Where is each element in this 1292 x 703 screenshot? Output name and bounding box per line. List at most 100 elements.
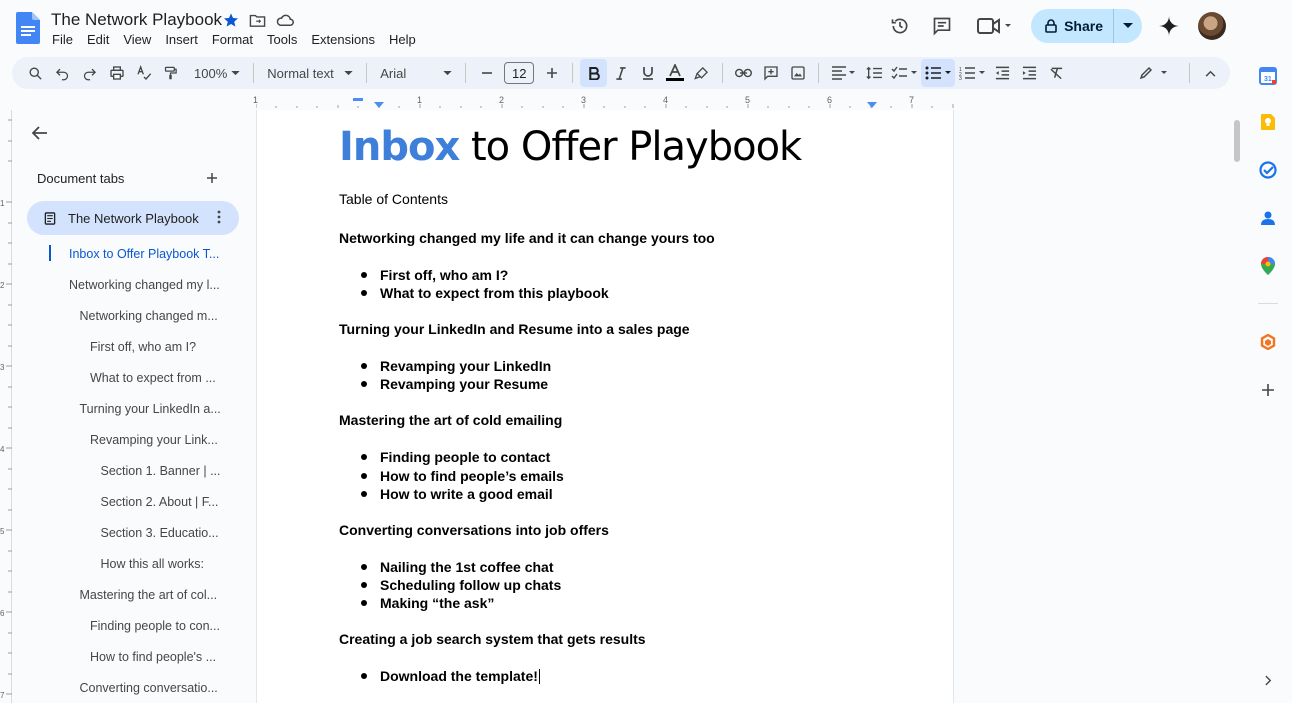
outline-item[interactable]: Networking changed my l... [49,269,249,300]
outline-item[interactable]: Section 1. Banner | ... [49,455,249,486]
bulleted-list-button[interactable] [921,59,956,87]
menu-insert[interactable]: Insert [165,31,205,48]
calendar-icon[interactable]: 31 [1258,66,1278,86]
toc-section-heading[interactable]: Networking changed my life and it can ch… [339,230,715,246]
close-outline-button[interactable] [31,126,48,145]
outline-item[interactable]: How to find people's ... [49,641,249,672]
highlight-color-button[interactable] [688,59,715,87]
outline-item[interactable]: Finding people to con... [49,610,249,641]
redo-button[interactable] [76,59,103,87]
insert-image-button[interactable] [784,59,811,87]
checklist-button[interactable] [887,59,921,87]
font-select[interactable]: Arial [374,59,458,87]
undo-button[interactable] [49,59,76,87]
paint-format-button[interactable] [157,59,184,87]
decrease-indent-button[interactable] [989,59,1016,87]
get-addons-button[interactable] [1258,380,1278,400]
numbered-list-button[interactable]: 123 [955,59,989,87]
bold-button[interactable] [580,59,608,87]
italic-button[interactable] [607,59,634,87]
menu-tools[interactable]: Tools [267,31,304,48]
move-folder-icon[interactable] [249,13,266,33]
meet-icon[interactable] [973,9,1017,43]
decrease-font-size-button[interactable] [473,59,500,87]
toc-bullet-item[interactable]: Download the template! [361,668,540,684]
toc-bullet-item[interactable]: Scheduling follow up chats [361,577,561,593]
insert-link-button[interactable] [730,59,757,87]
outline-item[interactable]: Turning your LinkedIn a... [49,393,249,424]
paragraph-style-select[interactable]: Normal text [261,59,359,87]
toc-bullet-item[interactable]: How to find people’s emails [361,468,564,484]
spellcheck-button[interactable] [130,59,157,87]
contacts-icon[interactable] [1258,208,1278,228]
docs-logo-icon[interactable] [16,12,40,44]
outline-item[interactable]: Section 3. Educatio... [49,517,249,548]
outline-item[interactable]: Converting conversatio... [49,672,249,703]
toc-bullet-item[interactable]: What to expect from this playbook [361,285,609,301]
toc-bullet-item[interactable]: How to write a good email [361,486,553,502]
insert-comment-button[interactable] [757,59,784,87]
tab-the-network-playbook[interactable]: The Network Playbook [27,201,239,235]
share-dropdown-button[interactable] [1114,9,1142,43]
share-button[interactable]: Share [1031,9,1114,43]
menu-view[interactable]: View [123,31,158,48]
toc-section-heading[interactable]: Creating a job search system that gets r… [339,631,646,647]
hide-menus-button[interactable] [1197,59,1224,87]
menu-help[interactable]: Help [389,31,423,48]
font-size-input[interactable]: 12 [504,62,535,84]
add-tab-button[interactable] [206,168,218,189]
toc-bullet-item[interactable]: Revamping your LinkedIn [361,358,551,374]
align-left-icon [832,66,856,80]
star-icon[interactable] [223,12,239,33]
underline-button[interactable] [634,59,661,87]
toc-section-heading[interactable]: Converting conversations into job offers [339,522,609,538]
version-history-icon[interactable] [883,9,917,43]
expand-side-panel-button[interactable] [1258,670,1278,690]
vertical-scrollbar[interactable] [1234,120,1240,162]
print-button[interactable] [103,59,130,87]
addon-icon[interactable] [1258,332,1278,352]
tasks-icon[interactable] [1258,160,1278,180]
ruler-number: 6 [827,95,833,105]
increase-indent-button[interactable] [1016,59,1043,87]
gemini-icon[interactable] [1152,9,1186,43]
toc-section-heading[interactable]: Turning your LinkedIn and Resume into a … [339,321,690,337]
user-avatar[interactable] [1198,12,1226,40]
document-page[interactable]: Inbox to Offer Playbook Table of Content… [256,110,954,703]
outline-item[interactable]: Mastering the art of col... [49,579,249,610]
comments-icon[interactable] [925,9,959,43]
editing-mode-button[interactable] [1134,59,1174,87]
search-menus-button[interactable] [22,59,49,87]
keep-icon[interactable] [1258,112,1278,132]
outline-item[interactable]: Inbox to Offer Playbook T... [49,238,249,269]
outline-item[interactable]: First off, who am I? [49,331,249,362]
ruler-number: 2 [499,95,505,105]
line-spacing-button[interactable] [860,59,887,87]
menu-edit[interactable]: Edit [87,31,116,48]
vertical-ruler[interactable]: 1 2 3 4 5 6 7 [0,110,12,703]
menu-extensions[interactable]: Extensions [311,31,382,48]
tab-options-button[interactable] [217,210,221,229]
menu-file[interactable]: File [52,31,80,48]
menu-format[interactable]: Format [212,31,260,48]
increase-font-size-button[interactable] [538,59,565,87]
clear-formatting-button[interactable] [1043,59,1070,87]
horizontal-ruler[interactable]: 1 1 2 3 4 5 6 7 [253,92,954,108]
text-color-button[interactable] [661,59,688,87]
document-title[interactable]: The Network Playbook [51,10,222,30]
maps-icon[interactable] [1258,256,1278,276]
zoom-select[interactable]: 100% [188,59,246,87]
cloud-saved-icon[interactable] [276,13,294,32]
outline-item[interactable]: How this all works: [49,548,249,579]
toc-bullet-item[interactable]: Revamping your Resume [361,376,548,392]
outline-item[interactable]: Revamping your Link... [49,424,249,455]
toc-bullet-item[interactable]: Nailing the 1st coffee chat [361,559,553,575]
outline-item[interactable]: Networking changed m... [49,300,249,331]
toc-section-heading[interactable]: Mastering the art of cold emailing [339,412,562,428]
outline-item[interactable]: What to expect from ... [49,362,249,393]
toc-bullet-item[interactable]: First off, who am I? [361,267,508,283]
toc-bullet-item[interactable]: Finding people to contact [361,449,550,465]
align-button[interactable] [826,59,860,87]
outline-item[interactable]: Section 2. About | F... [49,486,249,517]
toc-bullet-item[interactable]: Making “the ask” [361,595,494,611]
